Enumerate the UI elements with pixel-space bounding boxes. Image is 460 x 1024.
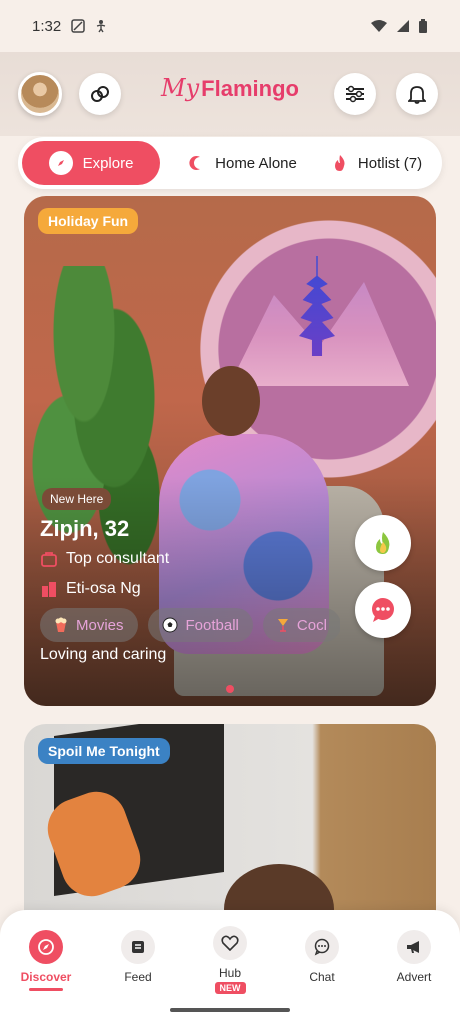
interest-list: Movies Football Cocl <box>40 608 340 644</box>
chat-icon <box>305 930 339 964</box>
nav-discover[interactable]: Discover <box>6 930 86 1000</box>
nav-label: Discover <box>20 970 72 984</box>
status-bar: 1:32 <box>0 0 460 52</box>
notifications-button[interactable] <box>396 73 438 115</box>
briefcase-icon <box>41 552 57 567</box>
category-badge: Holiday Fun <box>38 208 139 234</box>
new-here-badge: New Here <box>42 488 112 510</box>
nav-advert[interactable]: Advert <box>374 930 454 1000</box>
interest-chip[interactable]: Cocl <box>262 608 340 642</box>
battery-icon <box>419 19 427 33</box>
pagination-dot <box>226 685 234 693</box>
profile-location: Eti-osa Ng <box>40 580 141 598</box>
nav-label: Hub <box>218 966 241 980</box>
feed-icon <box>121 930 155 964</box>
heart-icon <box>213 926 247 960</box>
cocktail-icon <box>277 619 288 632</box>
hot-button[interactable] <box>355 515 411 571</box>
location-text: Eti-osa Ng <box>66 580 141 597</box>
tab-home-alone[interactable]: Home Alone <box>178 141 308 185</box>
user-avatar[interactable] <box>18 72 62 116</box>
nav-label: Advert <box>396 970 432 984</box>
active-indicator <box>29 988 63 991</box>
no-disturb-icon <box>71 19 85 33</box>
category-badge: Spoil Me Tonight <box>38 738 170 764</box>
sliders-icon <box>346 85 364 103</box>
nav-feed[interactable]: Feed <box>98 930 178 1000</box>
nav-hub[interactable]: Hub NEW <box>190 926 270 996</box>
profile-card[interactable]: Holiday Fun New Here Zipjn, 32 Top consu… <box>24 196 436 706</box>
tab-hotlist[interactable]: Hotlist (7) <box>318 141 436 185</box>
flame-icon <box>376 532 390 554</box>
profile-occupation: Top consultant <box>40 550 169 568</box>
interest-label: Cocl <box>296 616 327 634</box>
bell-icon <box>408 86 426 104</box>
logo-my: My <box>161 74 200 102</box>
swap-icon <box>91 86 109 102</box>
chat-bubble-icon <box>372 598 394 622</box>
mode-tabs: Explore Home Alone Hotlist (7) <box>18 137 442 189</box>
status-time: 1:32 <box>32 17 62 35</box>
message-button[interactable] <box>355 582 411 638</box>
soccer-ball-icon <box>162 617 178 633</box>
filter-button[interactable] <box>334 73 376 115</box>
compass-icon <box>29 930 63 964</box>
nav-label: Chat <box>309 970 335 984</box>
interest-label: Football <box>185 616 239 634</box>
signal-icon <box>397 20 409 32</box>
megaphone-icon <box>397 930 431 964</box>
bottom-navigation: Discover Feed Hub NEW Chat Advert <box>0 910 460 1024</box>
nav-label: Feed <box>124 970 152 984</box>
tab-explore[interactable]: Explore <box>22 141 160 185</box>
popcorn-icon <box>55 617 67 632</box>
interest-chip[interactable]: Football <box>147 608 253 642</box>
wifi-icon <box>371 20 387 32</box>
occupation-text: Top consultant <box>66 550 170 567</box>
profile-about: Loving and caring <box>40 646 167 663</box>
app-logo: My Flamingo <box>150 74 310 114</box>
tab-explore-label: Explore <box>82 154 134 172</box>
home-indicator[interactable] <box>170 1008 290 1012</box>
interest-chip[interactable]: Movies <box>40 608 138 642</box>
building-icon <box>42 582 56 597</box>
new-badge: NEW <box>214 982 246 994</box>
accessibility-icon <box>97 20 106 33</box>
logo-flamingo: Flamingo <box>201 76 299 101</box>
swap-button[interactable] <box>79 73 121 115</box>
tab-hotlist-label: Hotlist (7) <box>357 154 423 172</box>
interest-label: Movies <box>76 616 124 634</box>
compass-icon <box>48 151 73 175</box>
flame-icon <box>334 155 345 171</box>
nav-chat[interactable]: Chat <box>282 930 362 1000</box>
tab-home-alone-label: Home Alone <box>215 154 297 172</box>
profile-name-age: Zipjn, 32 <box>40 516 130 541</box>
moon-icon <box>189 156 201 170</box>
